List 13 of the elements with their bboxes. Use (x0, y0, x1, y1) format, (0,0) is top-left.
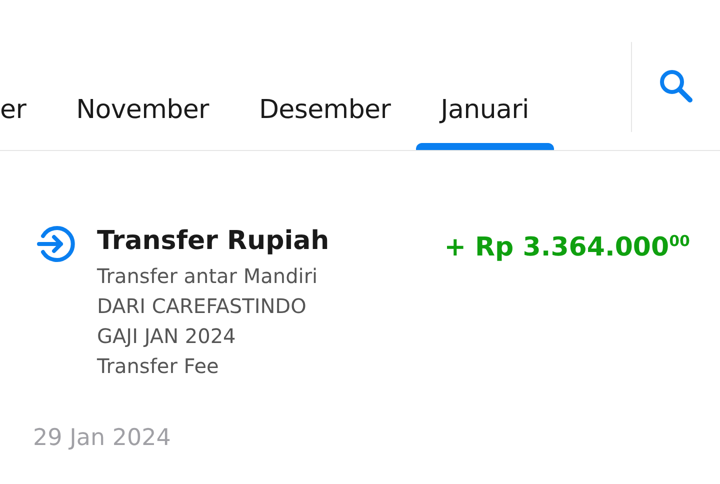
month-tab[interactable]: November (51, 0, 234, 150)
date-heading: 29 Jan 2024 (32, 424, 172, 451)
search-icon (657, 67, 695, 105)
month-tab[interactable]: er (0, 0, 52, 150)
transaction-detail: DARI CAREFASTINDO (97, 293, 308, 320)
month-tab[interactable]: Januari (416, 0, 554, 150)
transaction-detail: Transfer antar Mandiri (97, 263, 319, 290)
transfer-in-icon (35, 224, 75, 264)
transaction-title: Transfer Rupiah (97, 225, 330, 258)
transaction-detail: GAJI JAN 2024 (97, 323, 237, 350)
month-tab[interactable]: Desember (234, 0, 416, 150)
transaction-detail: Transfer Fee (97, 353, 220, 380)
transaction-amount: + Rp 3.364.000$^{00}$ (444, 231, 690, 265)
